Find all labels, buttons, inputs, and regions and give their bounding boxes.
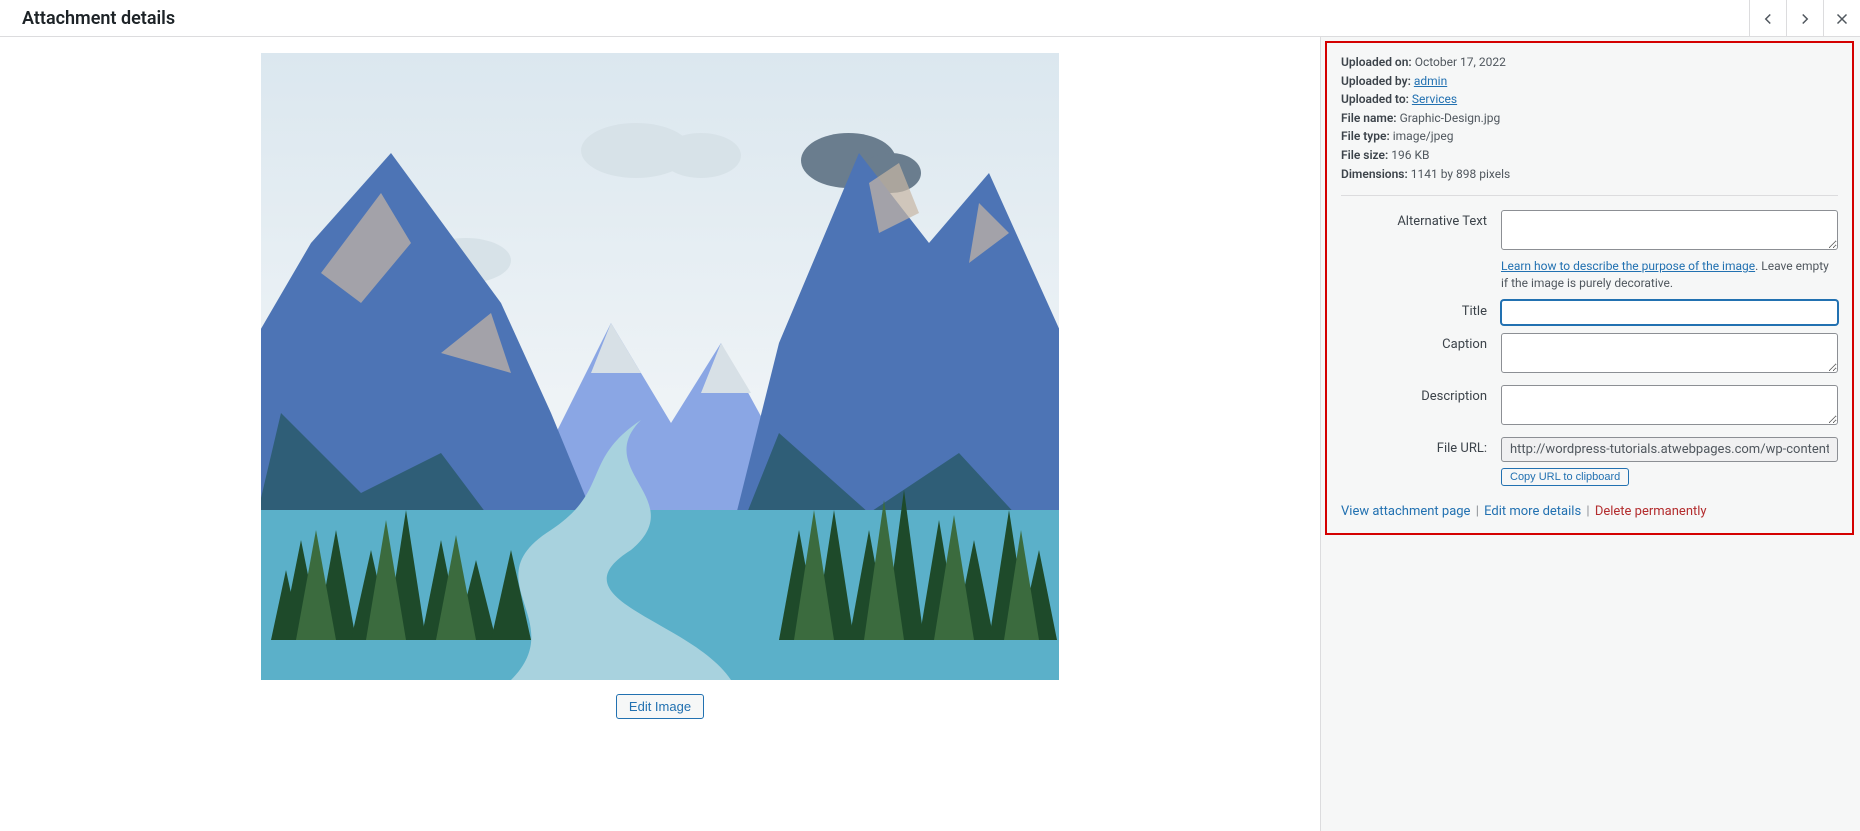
details-sidebar: Uploaded on: October 17, 2022 Uploaded b… bbox=[1321, 37, 1860, 831]
divider bbox=[1341, 195, 1838, 196]
description-label: Description bbox=[1341, 385, 1501, 429]
meta-label: Uploaded on: bbox=[1341, 55, 1412, 69]
attachment-actions: View attachment page | Edit more details… bbox=[1341, 504, 1838, 519]
alt-text-input[interactable] bbox=[1501, 210, 1838, 250]
modal-title: Attachment details bbox=[22, 8, 175, 29]
meta-label: File size: bbox=[1341, 148, 1388, 162]
next-button[interactable] bbox=[1786, 0, 1823, 37]
file-type-value: image/jpeg bbox=[1393, 129, 1454, 143]
header-controls bbox=[1749, 0, 1860, 36]
modal-header: Attachment details bbox=[0, 0, 1860, 37]
meta-label: File name: bbox=[1341, 111, 1397, 125]
prev-button[interactable] bbox=[1749, 0, 1786, 37]
separator: | bbox=[1474, 504, 1481, 519]
meta-label: Uploaded by: bbox=[1341, 74, 1411, 88]
edit-image-button[interactable]: Edit Image bbox=[616, 694, 704, 719]
uploaded-on-value: October 17, 2022 bbox=[1415, 55, 1506, 69]
uploaded-by-link[interactable]: admin bbox=[1414, 74, 1447, 88]
caption-label: Caption bbox=[1341, 333, 1501, 377]
chevron-right-icon bbox=[1796, 10, 1814, 28]
delete-permanently-link[interactable]: Delete permanently bbox=[1595, 504, 1707, 519]
close-icon bbox=[1833, 10, 1851, 28]
details-highlight: Uploaded on: October 17, 2022 Uploaded b… bbox=[1325, 41, 1854, 535]
alt-text-hint: Learn how to describe the purpose of the… bbox=[1501, 258, 1838, 292]
attachment-meta: Uploaded on: October 17, 2022 Uploaded b… bbox=[1341, 53, 1838, 183]
separator: | bbox=[1584, 504, 1591, 519]
file-name-value: Graphic-Design.jpg bbox=[1400, 111, 1501, 125]
attachment-image bbox=[261, 53, 1059, 680]
meta-label: Dimensions: bbox=[1341, 167, 1408, 181]
meta-label: File type: bbox=[1341, 129, 1390, 143]
modal-body: Edit Image Uploaded on: October 17, 2022… bbox=[0, 37, 1860, 831]
edit-more-details-link[interactable]: Edit more details bbox=[1484, 504, 1581, 519]
title-label: Title bbox=[1341, 300, 1501, 325]
caption-input[interactable] bbox=[1501, 333, 1838, 373]
chevron-left-icon bbox=[1759, 10, 1777, 28]
alt-text-learn-link[interactable]: Learn how to describe the purpose of the… bbox=[1501, 259, 1755, 273]
dimensions-value: 1141 by 898 pixels bbox=[1411, 167, 1510, 181]
uploaded-to-link[interactable]: Services bbox=[1412, 92, 1457, 106]
close-button[interactable] bbox=[1823, 0, 1860, 37]
alt-text-label: Alternative Text bbox=[1341, 210, 1501, 292]
media-column: Edit Image bbox=[0, 37, 1321, 831]
file-size-value: 196 KB bbox=[1391, 148, 1429, 162]
title-input[interactable] bbox=[1501, 300, 1838, 325]
file-url-input[interactable] bbox=[1501, 437, 1838, 462]
file-url-label: File URL: bbox=[1341, 437, 1501, 486]
view-attachment-page-link[interactable]: View attachment page bbox=[1341, 504, 1470, 519]
copy-url-button[interactable]: Copy URL to clipboard bbox=[1501, 468, 1629, 486]
description-input[interactable] bbox=[1501, 385, 1838, 425]
attachment-details-modal: Attachment details bbox=[0, 0, 1860, 831]
meta-label: Uploaded to: bbox=[1341, 92, 1409, 106]
